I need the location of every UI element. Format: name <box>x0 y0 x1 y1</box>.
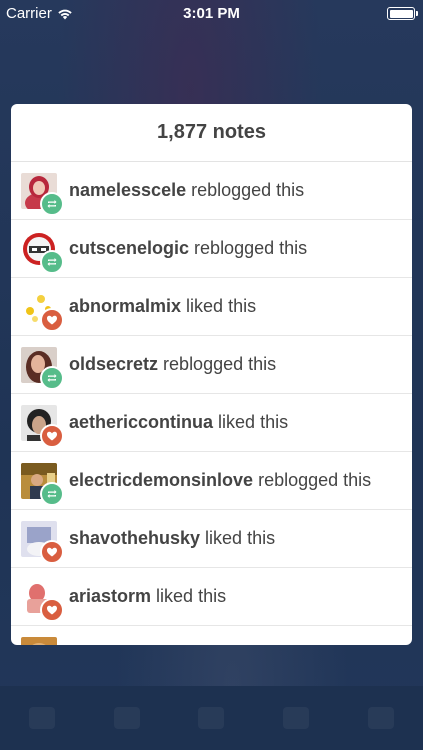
note-action: liked this <box>218 412 289 432</box>
note-action: reblogged this <box>191 180 305 200</box>
note-text: aethericcontinua liked this <box>69 394 406 451</box>
username-link[interactable]: electricdemonsinlove <box>69 470 253 491</box>
avatar-container[interactable] <box>21 637 57 645</box>
note-row[interactable]: shavothehusky liked this <box>11 510 412 568</box>
reblog-icon <box>40 192 64 216</box>
reblog-icon <box>40 250 64 274</box>
note-row[interactable]: namelesscele reblogged this <box>11 162 412 220</box>
avatar[interactable] <box>21 637 57 645</box>
avatar-container[interactable] <box>21 289 64 332</box>
username-link[interactable]: cutscenelogic <box>69 238 189 259</box>
clock: 3:01 PM <box>183 5 240 22</box>
note-text: cutscenelogic reblogged this <box>69 220 406 277</box>
heart-icon <box>40 598 64 622</box>
username-link[interactable]: aethericcontinua <box>69 412 213 433</box>
avatar-container[interactable] <box>21 579 64 622</box>
note-row[interactable]: cutscenelogic reblogged this <box>11 220 412 278</box>
note-text: oldsecretz reblogged this <box>69 336 406 393</box>
avatar-container[interactable] <box>21 231 64 274</box>
heart-icon <box>40 540 64 564</box>
note-row[interactable]: ariastorm liked this <box>11 568 412 626</box>
avatar-container[interactable] <box>21 521 64 564</box>
home-tab-icon <box>29 707 56 729</box>
heart-icon <box>40 308 64 332</box>
note-action: reblogged this <box>194 238 308 258</box>
search-tab-icon <box>113 707 140 729</box>
username-link[interactable]: namelesscele <box>69 180 186 201</box>
note-row[interactable]: oldsecretz reblogged this <box>11 336 412 394</box>
status-bar: Carrier 3:01 PM <box>0 0 423 28</box>
activity-tab-icon <box>283 707 310 729</box>
note-row-partial[interactable] <box>11 626 412 645</box>
note-text: electricdemonsinlove reblogged this <box>69 452 406 509</box>
dimmed-tab-bar <box>0 686 423 750</box>
note-row[interactable]: abnormalmix liked this <box>11 278 412 336</box>
note-action: reblogged this <box>163 354 277 374</box>
reblog-icon <box>40 366 64 390</box>
note-text: namelesscele reblogged this <box>69 162 406 219</box>
username-link[interactable]: shavothehusky <box>69 528 200 549</box>
note-action: liked this <box>156 586 227 606</box>
heart-icon <box>40 424 64 448</box>
note-text: ariastorm liked this <box>69 568 406 625</box>
note-text: abnormalmix liked this <box>69 278 406 335</box>
compose-tab-icon <box>198 707 225 729</box>
note-action: liked this <box>186 296 257 316</box>
avatar-container[interactable] <box>21 173 64 216</box>
note-action: reblogged this <box>258 470 372 490</box>
notes-count-title: 1,877 notes <box>11 104 412 162</box>
notes-modal: 1,877 notes namelesscele reblogged this cu… <box>11 104 412 645</box>
username-link[interactable]: abnormalmix <box>69 296 181 317</box>
avatar-container[interactable] <box>21 347 64 390</box>
battery-icon <box>387 7 418 20</box>
username-link[interactable]: oldsecretz <box>69 354 158 375</box>
note-row[interactable]: aethericcontinua liked this <box>11 394 412 452</box>
notes-list[interactable]: namelesscele reblogged this cutscenelogic r… <box>11 162 412 645</box>
avatar-container[interactable] <box>21 405 64 448</box>
account-tab-icon <box>367 707 394 729</box>
note-action: liked this <box>205 528 276 548</box>
username-link[interactable]: ariastorm <box>69 586 151 607</box>
reblog-icon <box>40 482 64 506</box>
avatar-container[interactable] <box>21 463 64 506</box>
note-row[interactable]: electricdemonsinlove reblogged this <box>11 452 412 510</box>
note-text: shavothehusky liked this <box>69 510 406 567</box>
